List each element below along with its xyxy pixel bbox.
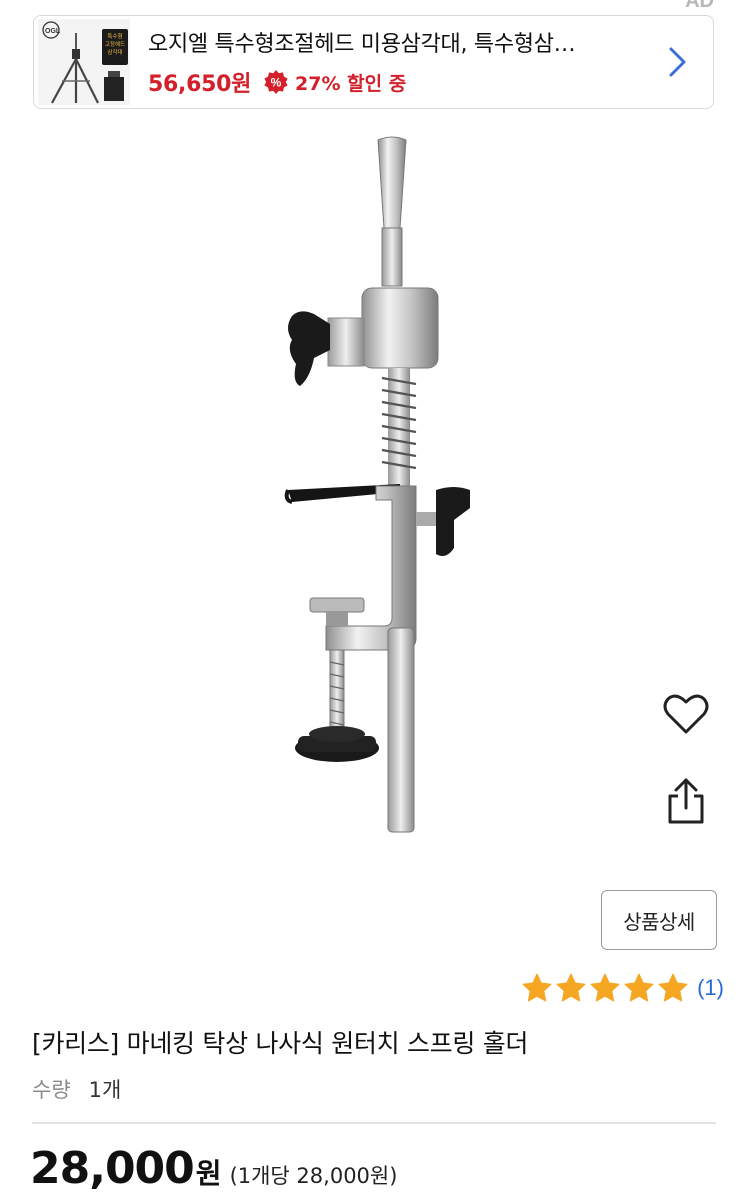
ad-discount: 27% 할인 중 [295,72,407,95]
quantity-value: 1개 [88,1078,122,1102]
price-unit: 원 [195,1157,222,1190]
ad-label: AD [685,0,714,12]
star-icon [522,973,552,1002]
star-icon [624,973,654,1002]
ad-price: 56,650원 [148,72,252,97]
star-icon [556,973,586,1002]
quantity-label: 수량 [32,1078,71,1102]
rating-count[interactable]: (1) [697,975,724,1001]
heart-outline-icon[interactable] [660,688,712,740]
quantity-row: 수량 1개 [32,1074,121,1104]
svg-text:%: % [271,76,282,90]
rating[interactable]: (1) [521,972,724,1004]
ad-text-block: 오지엘 특수형조절헤드 미용삼각대, 특수형삼… 56,650원 % 27% 할… [130,26,657,98]
star-icon [590,973,620,1002]
price-row: 28,000 원 (1개당 28,000원) [30,1143,397,1194]
price: 28,000 [30,1143,195,1194]
price-per-unit: (1개당 28,000원) [229,1164,398,1188]
ad-thumb-badge-line-2: 고정헤드 [105,40,125,48]
share-icon[interactable] [660,776,712,828]
product-image[interactable] [240,128,520,848]
ad-thumb-brand: OGL [45,28,61,35]
ad-title[interactable]: 오지엘 특수형조절헤드 미용삼각대, 특수형삼… [148,26,648,58]
ad-thumbnail: OGL 특수형 고정헤드 삼각대 [38,19,130,105]
ad-thumb-badge-line-3: 삼각대 [107,48,122,56]
ad-thumb-badge-line-1: 특수형 [107,33,122,40]
divider [32,1122,716,1124]
ad-banner[interactable]: OGL 특수형 고정헤드 삼각대 오지엘 특수형조절헤드 미용삼각대, 특수형삼… [33,15,714,109]
product-title: [카리스] 마네킹 탁상 나사식 원터치 스프링 홀더 [32,1029,529,1058]
ad-price-row: 56,650원 % 27% 할인 중 [148,66,657,98]
product-detail-button[interactable]: 상품상세 [601,890,717,950]
chevron-right-icon[interactable] [657,42,697,82]
rating-stars [521,972,689,1004]
percent-badge-icon: % [264,70,288,94]
star-icon [658,973,688,1002]
